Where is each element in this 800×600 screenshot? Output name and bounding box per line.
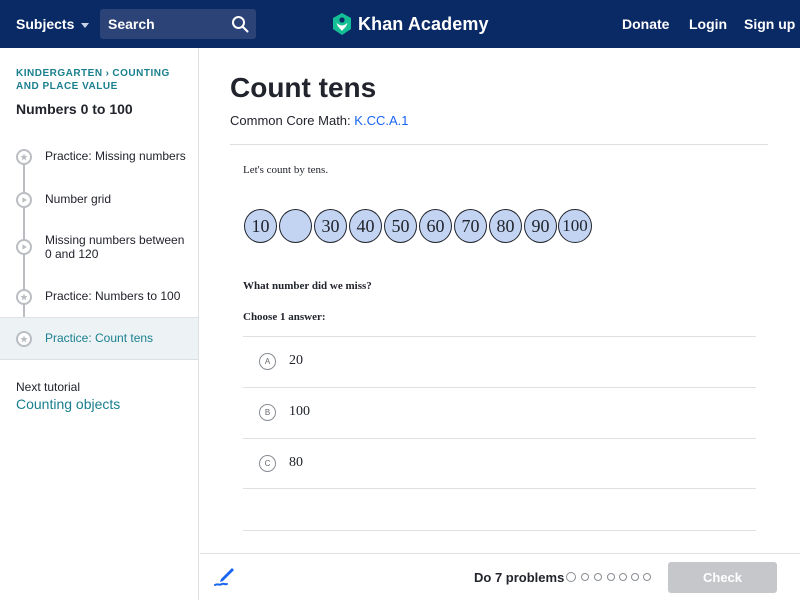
standard-code-link[interactable]: K.CC.A.1 bbox=[354, 113, 408, 128]
khan-leaf-icon bbox=[333, 13, 351, 35]
khan-academy-logo[interactable]: Khan Academy bbox=[332, 12, 489, 36]
sidebar-item-label: Missing numbers between 0 and 120 bbox=[45, 233, 185, 261]
sequence-circle: 50 bbox=[384, 209, 417, 243]
exercise-footer: Do 7 problems Check bbox=[200, 553, 800, 600]
sidebar-item-label: Practice: Numbers to 100 bbox=[45, 289, 181, 303]
progress-label: Do 7 problems bbox=[474, 570, 565, 585]
chevron-right-icon: › bbox=[105, 68, 110, 79]
choice-text: 80 bbox=[289, 455, 303, 470]
choice-letter-a: A bbox=[259, 353, 276, 370]
question-text: What number did we miss? bbox=[243, 280, 372, 292]
sidebar-item-label: Practice: Count tens bbox=[45, 331, 154, 345]
choice-letter-c: C bbox=[259, 455, 276, 472]
choice-text: 20 bbox=[289, 353, 303, 368]
play-icon bbox=[16, 239, 32, 255]
sequence-circle: 80 bbox=[489, 209, 522, 243]
sidebar: Kindergarten › Counting and place value Nu… bbox=[0, 48, 199, 600]
exercise-prompt: Let's count by tens. bbox=[243, 164, 329, 176]
login-link[interactable]: Login bbox=[689, 0, 727, 48]
sequence-circle-missing bbox=[279, 209, 312, 243]
caret-down-icon bbox=[81, 22, 90, 28]
answer-choice-c[interactable]: C 80 bbox=[243, 438, 756, 489]
star-icon bbox=[16, 289, 32, 305]
answer-choice-a[interactable]: A 20 bbox=[243, 336, 756, 387]
star-icon bbox=[16, 149, 32, 165]
top-nav: Subjects Search Khan Academy Donate Logi… bbox=[0, 0, 800, 48]
unit-title: Numbers 0 to 100 bbox=[16, 101, 133, 117]
progress-dot bbox=[594, 573, 602, 581]
signup-link[interactable]: Sign up bbox=[744, 0, 795, 48]
progress-dot bbox=[631, 573, 639, 581]
sidebar-item-count-tens[interactable]: Practice: Count tens bbox=[0, 317, 198, 360]
divider bbox=[230, 144, 768, 145]
choice-letter-b: B bbox=[259, 404, 276, 421]
star-icon bbox=[16, 331, 32, 347]
standard-prefix: Common Core Math: bbox=[230, 113, 351, 128]
choose-label: Choose 1 answer: bbox=[243, 311, 326, 323]
check-button[interactable]: Check bbox=[668, 562, 777, 593]
progress-dot-current bbox=[566, 572, 576, 582]
exercise-panel: Count tens Common Core Math: K.CC.A.1 Le… bbox=[200, 48, 800, 553]
sidebar-item-numbers-to-100[interactable]: Practice: Numbers to 100 bbox=[0, 285, 198, 309]
sequence-circle: 60 bbox=[419, 209, 452, 243]
next-tutorial-label: Next tutorial bbox=[16, 380, 81, 394]
subjects-label: Subjects bbox=[16, 16, 75, 32]
standard-line: Common Core Math: K.CC.A.1 bbox=[230, 113, 408, 128]
play-icon bbox=[16, 192, 32, 208]
search-input[interactable]: Search bbox=[100, 9, 256, 39]
answer-choice-b[interactable]: B 100 bbox=[243, 387, 756, 438]
progress-dot bbox=[581, 573, 589, 581]
sidebar-item-missing-numbers[interactable]: Practice: Missing numbers bbox=[0, 145, 198, 169]
search-placeholder: Search bbox=[108, 16, 155, 32]
scratchpad-pencil-icon[interactable] bbox=[213, 566, 235, 588]
logo-text: Khan Academy bbox=[358, 13, 489, 34]
sequence-circle: 30 bbox=[314, 209, 347, 243]
search-icon[interactable] bbox=[231, 15, 249, 33]
sidebar-item-number-grid[interactable]: Number grid bbox=[0, 188, 198, 212]
sidebar-item-label: Number grid bbox=[45, 192, 112, 206]
progress-dot bbox=[619, 573, 627, 581]
next-tutorial-link[interactable]: Counting objects bbox=[16, 396, 120, 412]
sequence-circle: 70 bbox=[454, 209, 487, 243]
choice-text: 100 bbox=[289, 404, 310, 419]
divider bbox=[243, 530, 756, 531]
page-title: Count tens bbox=[230, 72, 377, 103]
sidebar-item-label: Practice: Missing numbers bbox=[45, 149, 186, 163]
progress-dot bbox=[643, 573, 651, 581]
sequence-circle: 40 bbox=[349, 209, 382, 243]
sequence-circle: 10 bbox=[244, 209, 277, 243]
breadcrumb: Kindergarten › Counting and place value bbox=[16, 67, 186, 93]
sidebar-item-missing-numbers-120[interactable]: Missing numbers between 0 and 120 bbox=[0, 232, 198, 266]
breadcrumb-kindergarten[interactable]: Kindergarten bbox=[16, 68, 103, 79]
subjects-menu[interactable]: Subjects bbox=[16, 0, 90, 48]
sequence-circle: 100 bbox=[558, 209, 592, 243]
donate-link[interactable]: Donate bbox=[622, 0, 669, 48]
sequence-circle: 90 bbox=[524, 209, 557, 243]
progress-dot bbox=[607, 573, 615, 581]
